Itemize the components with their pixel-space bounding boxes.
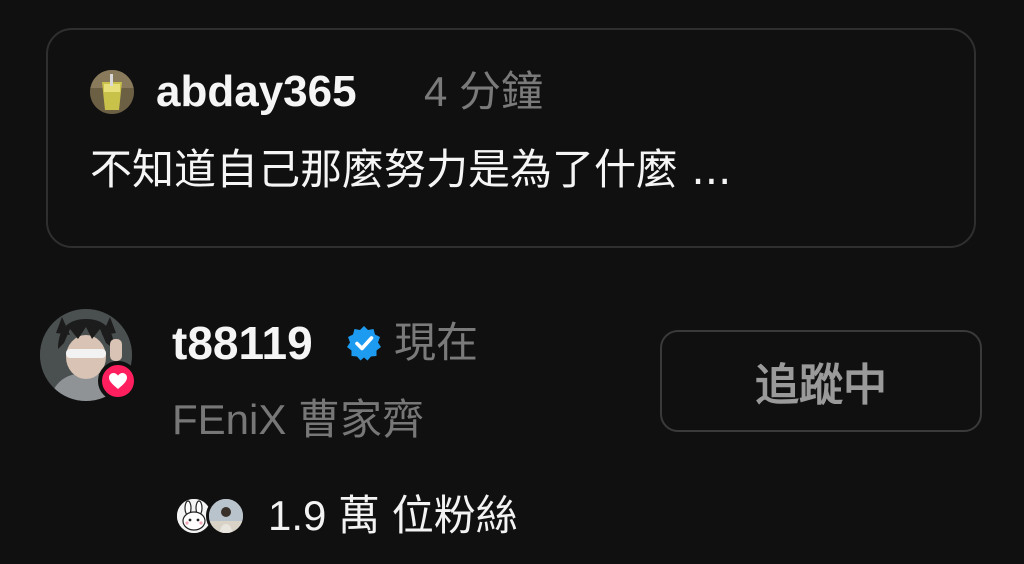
quoted-post-avatar[interactable] (90, 70, 134, 114)
quoted-post-card[interactable]: abday365 4 分鐘 不知道自己那麼努力是為了什麼 ... (46, 28, 976, 248)
follower-avatar (206, 496, 246, 536)
quoted-post-username[interactable]: abday365 (156, 66, 357, 118)
user-username[interactable]: t88119 (172, 316, 313, 370)
following-button[interactable]: 追蹤中 (660, 330, 982, 432)
thread-activity-view: abday365 4 分鐘 不知道自己那麼努力是為了什麼 ... t88119 (0, 0, 1024, 564)
heart-icon (109, 373, 127, 389)
user-time: 現在 (394, 319, 479, 366)
verified-badge-icon (347, 326, 381, 361)
follower-avatars (174, 496, 250, 536)
followers-count[interactable]: 1.9 萬 位粉絲 (268, 490, 518, 542)
user-display-name: FEniX 曹家齊 (172, 396, 425, 443)
user-avatar-group[interactable] (40, 309, 138, 401)
quoted-post-time: 4 分鐘 (424, 68, 544, 115)
heart-badge (98, 361, 138, 401)
quoted-post-text: 不知道自己那麼努力是為了什麼 ... (90, 145, 732, 194)
